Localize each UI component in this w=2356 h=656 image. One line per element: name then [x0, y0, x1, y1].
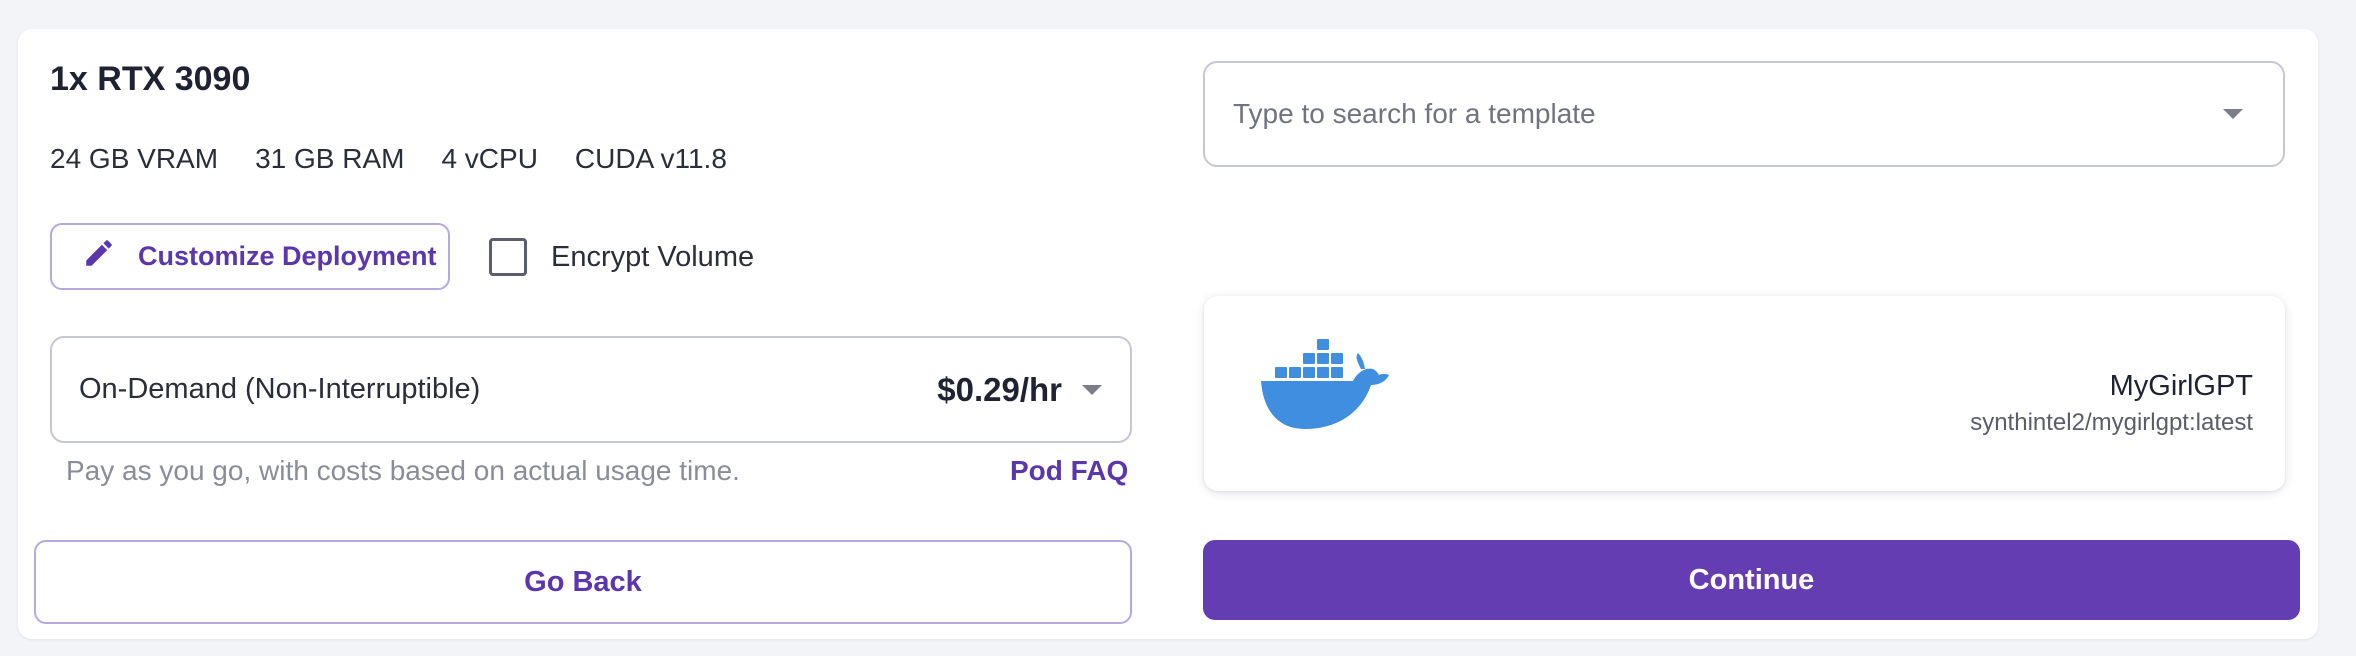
- template-search-field[interactable]: [1203, 61, 2285, 167]
- customize-deployment-label: Customize Deployment: [138, 241, 437, 271]
- pod-faq-link[interactable]: Pod FAQ: [1010, 455, 1128, 487]
- customize-deployment-button[interactable]: Customize Deployment: [50, 223, 450, 290]
- spec-ram: 31 GB RAM: [255, 143, 405, 174]
- pricing-option-label: On-Demand (Non-Interruptible): [79, 373, 481, 405]
- template-search-input[interactable]: [1233, 98, 2223, 130]
- go-back-button[interactable]: Go Back: [34, 540, 1132, 624]
- template-image-name: synthintel2/mygirlgpt:latest: [1970, 409, 2253, 436]
- pricing-select[interactable]: On-Demand (Non-Interruptible) $0.29/hr: [50, 336, 1132, 443]
- encrypt-volume-checkbox[interactable]: [489, 238, 527, 276]
- pencil-icon: [82, 236, 116, 277]
- continue-button[interactable]: Continue: [1203, 540, 2300, 620]
- encrypt-volume-option[interactable]: Encrypt Volume: [489, 238, 754, 276]
- chevron-down-icon[interactable]: [1082, 384, 1102, 395]
- spec-cuda: CUDA v11.8: [574, 143, 727, 174]
- spec-vcpu: 4 vCPU: [441, 143, 538, 174]
- spec-vram: 24 GB VRAM: [50, 143, 219, 174]
- chevron-down-icon[interactable]: [2223, 109, 2243, 119]
- gpu-title: 1x RTX 3090: [50, 60, 251, 98]
- pricing-help-text: Pay as you go, with costs based on actua…: [66, 455, 740, 486]
- template-name: MyGirlGPT: [2109, 370, 2253, 402]
- encrypt-volume-label: Encrypt Volume: [551, 240, 755, 273]
- gpu-specs: 24 GB VRAM 31 GB RAM 4 vCPU CUDA v11.8: [50, 143, 727, 175]
- template-card[interactable]: MyGirlGPT synthintel2/mygirlgpt:latest: [1204, 296, 2285, 491]
- docker-icon: [1261, 339, 1389, 431]
- pricing-price: $0.29/hr: [937, 370, 1062, 408]
